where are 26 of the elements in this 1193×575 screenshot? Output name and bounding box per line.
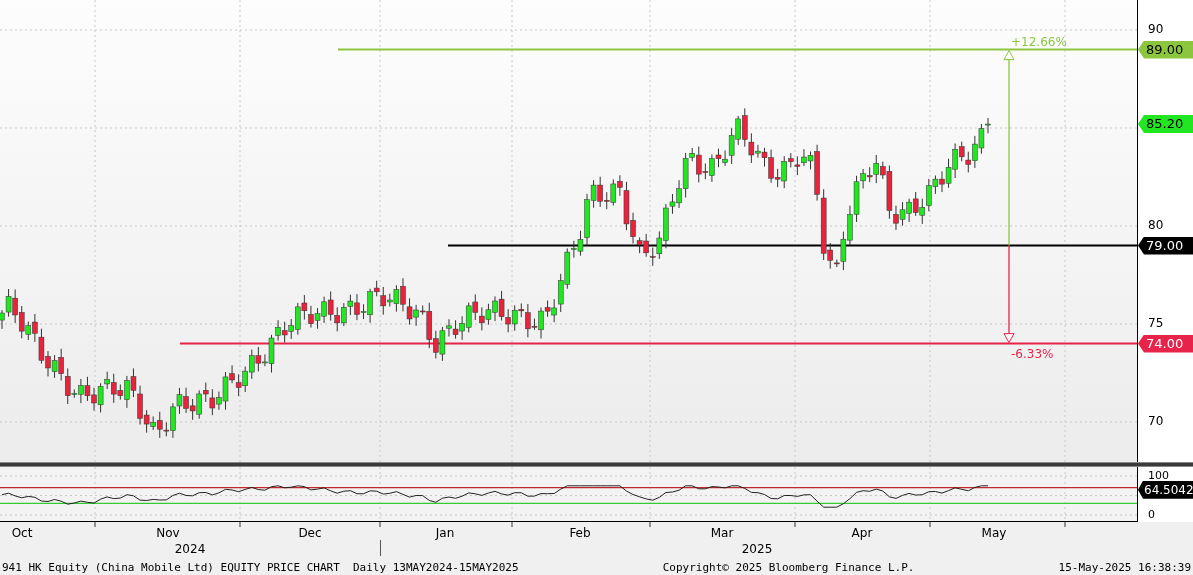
chart-title: 941 HK Equity (China Mobile Ltd) EQUITY PRICE CHART Daily 13MAY2024-15MAY2025 <box>2 562 519 573</box>
axis-label: 80 <box>1148 219 1164 231</box>
month-label: Mar <box>710 527 734 539</box>
axis-label: 70 <box>1148 415 1164 427</box>
month-label: May <box>981 527 1007 539</box>
timestamp: 15-May-2025 16:38:39 <box>1058 562 1191 573</box>
month-label: Dec <box>298 527 322 539</box>
base-price-tag: 79.00 <box>1138 236 1193 255</box>
month-label: Feb <box>569 527 591 539</box>
last-price-tag: 85.20 <box>1138 115 1193 134</box>
axis-label: 90 <box>1148 23 1164 35</box>
stop-price-tag: 74.00 <box>1138 334 1193 353</box>
year-label: 2024 <box>174 543 206 555</box>
copyright-notice: Copyright© 2025 Bloomberg Finance L.P. <box>662 562 915 573</box>
month-label: Jan <box>435 527 455 539</box>
month-label: Apr <box>851 527 873 539</box>
month-label: Nov <box>156 527 180 539</box>
month-label: Oct <box>11 527 33 539</box>
percent-change-label: +12.66% <box>1011 35 1067 48</box>
axis-label: 100 <box>1148 470 1169 481</box>
axis-label: 75 <box>1148 317 1164 329</box>
indicator-value-tag: 64.5042 <box>1138 480 1193 499</box>
year-label: 2025 <box>741 543 773 555</box>
axis-label: 0 <box>1148 509 1155 520</box>
percent-change-label: -6.33% <box>1011 347 1054 360</box>
target-price-tag: 89.00 <box>1138 40 1193 59</box>
